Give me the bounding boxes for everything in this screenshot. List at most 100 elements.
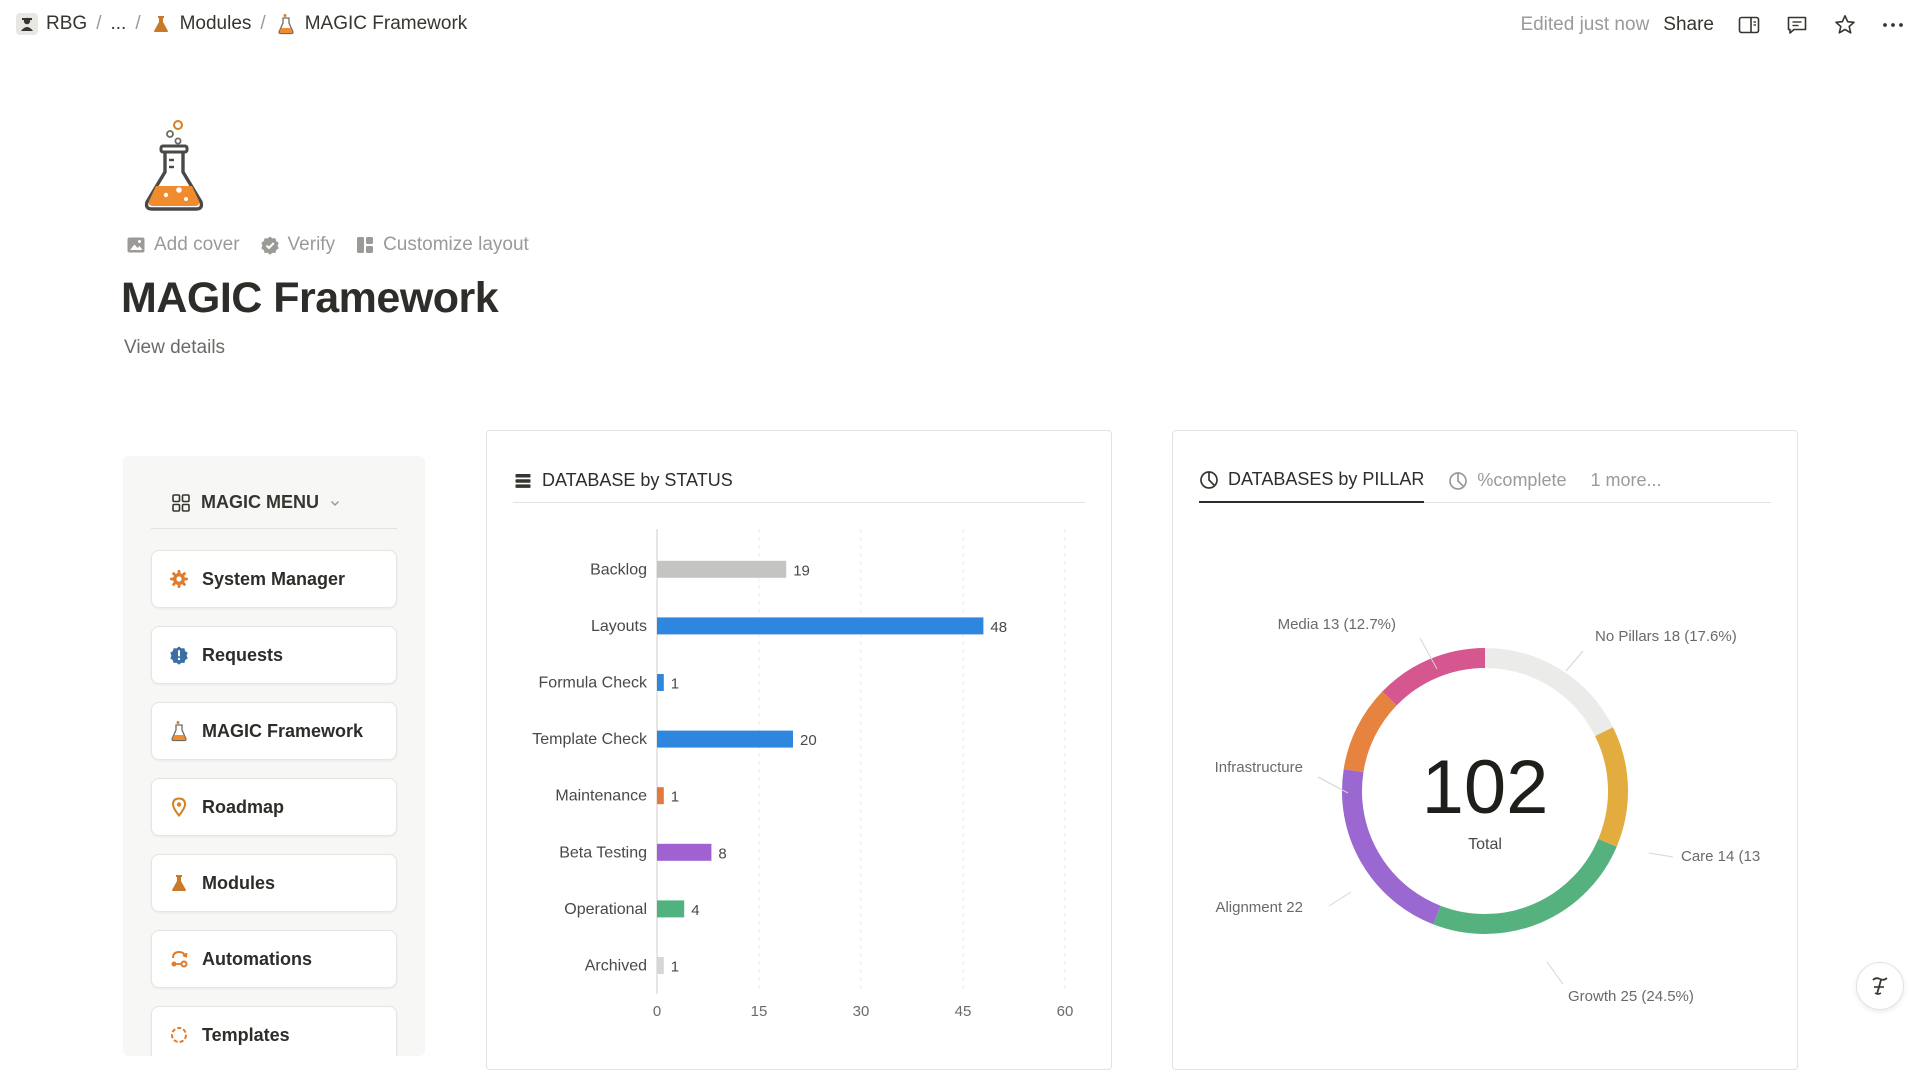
menu-item-roadmap[interactable]: Roadmap [151,778,397,836]
workspace-avatar-icon [16,13,38,35]
add-cover-button[interactable]: Add cover [126,234,240,256]
menu-item-magic-framework[interactable]: MAGIC Framework [151,702,397,760]
menu-item-label: Requests [202,644,284,665]
bar [657,560,787,578]
top-bar: RBG / ... / Modules / MAGIC Framework Ed… [0,0,1920,50]
bar [657,617,984,635]
x-tick-label: 15 [751,1003,768,1020]
breadcrumb-current[interactable]: MAGIC Framework [275,13,468,35]
customize-layout-label: Customize layout [383,234,529,255]
value-label: 1 [671,959,679,976]
magic-menu-header[interactable]: MAGIC MENU [171,492,341,513]
bar [657,730,793,748]
slice-label: Infrastructure [1215,759,1303,776]
tab-database-by-status[interactable]: DATABASE by STATUS [513,465,733,503]
x-tick-label: 45 [955,1003,972,1020]
image-icon [127,237,145,253]
donut-slice [1343,691,1397,773]
share-button[interactable]: Share [1663,14,1714,36]
breadcrumb-workspace[interactable]: RBG [16,13,87,35]
alert-badge-icon [168,644,190,666]
edited-status: Edited just now [1520,14,1650,35]
breadcrumb-modules[interactable]: Modules [150,13,252,35]
flask-icon [275,13,297,35]
page-title[interactable]: MAGIC Framework [121,274,499,323]
donut-slice [1484,648,1614,737]
breadcrumb-workspace-label: RBG [46,13,88,34]
x-tick-label: 0 [653,1003,661,1020]
ai-icon [1872,977,1888,995]
pillar-donut-chart: No Pillars 18 (17.6%) Care 14 (13 Growth 2… [1215,616,1761,1005]
breadcrumb-current-label: MAGIC Framework [304,13,468,34]
databases-by-pillar-card: DATABASES by PILLAR %complete 1 more... … [1172,430,1798,1070]
breadcrumb-separator: / [96,13,102,34]
menu-item-requests[interactable]: Requests [151,626,397,684]
total-label: Total [1468,836,1502,853]
sidebar-panel-icon[interactable] [1736,12,1762,38]
more-options-icon[interactable] [1880,12,1906,38]
breadcrumb-separator: / [135,13,141,34]
menu-item-automations[interactable]: Automations [151,930,397,988]
template-icon [168,1024,190,1046]
ai-assistant-button[interactable] [1856,962,1904,1010]
status-card-title: DATABASE by STATUS [542,470,733,490]
slice-label: Care 14 (13 [1681,848,1760,865]
breadcrumb: RBG / ... / Modules / MAGIC Framework [16,13,467,35]
slice-leader-line [1546,961,1564,985]
value-label: 1 [671,676,679,693]
breadcrumb-ellipsis[interactable]: ... [110,13,126,35]
top-actions: Edited just now Share [1520,12,1906,38]
tab-label: %complete [1477,470,1567,490]
tab-label: DATABASES by PILLAR [1228,469,1425,489]
star-icon[interactable] [1832,12,1858,38]
tab-percent-complete[interactable]: %complete [1448,465,1566,503]
menu-item-label: System Manager [202,568,346,589]
database-by-status-card: DATABASE by STATUS 0 15 30 45 60 Backlog 19 Lay… [486,430,1112,1070]
value-label: 48 [990,619,1007,636]
map-pin-icon [168,796,190,818]
view-details-link[interactable]: View details [124,337,225,359]
x-tick-label: 60 [1057,1003,1074,1020]
category-label: Layouts [591,618,647,635]
customize-layout-button[interactable]: Customize layout [355,234,529,256]
tab-databases-by-pillar[interactable]: DATABASES by PILLAR [1199,465,1425,503]
page-actions: Add cover Verify Customize layout [126,234,529,256]
tab-more[interactable]: 1 more... [1590,465,1661,503]
category-label: Template Check [532,731,648,748]
menu-item-label: Templates [202,1024,290,1045]
menu-item-modules[interactable]: Modules [151,854,397,912]
donut-slice [1382,648,1486,706]
slice-label: No Pillars 18 (17.6%) [1595,628,1737,645]
verify-label: Verify [287,234,336,255]
bar [657,843,712,861]
menu-divider [151,528,397,529]
slice-leader-line [1648,852,1674,858]
page-flask-icon[interactable] [140,118,208,214]
category-label: Beta Testing [559,844,647,861]
bar [657,787,664,805]
category-label: Archived [585,958,647,975]
verify-button[interactable]: Verify [260,234,336,256]
x-tick-label: 30 [853,1003,870,1020]
slice-label: Growth 25 (24.5%) [1568,988,1694,1005]
breadcrumb-modules-label: Modules [179,13,252,34]
donut-slice [1595,727,1628,847]
value-label: 1 [671,789,679,806]
menu-item-system-manager[interactable]: System Manager [151,550,397,608]
category-label: Formula Check [539,675,648,692]
category-label: Backlog [590,561,647,578]
beaker-icon [168,872,190,894]
menu-item-label: MAGIC Framework [202,720,364,741]
value-label: 4 [691,902,699,919]
beaker-icon [150,13,172,35]
pie-chart-icon [1199,470,1219,490]
verified-badge-icon [260,236,279,255]
bar [657,674,664,691]
menu-item-templates[interactable]: Templates [151,1006,397,1056]
slice-leader-line [1565,650,1584,672]
comment-icon[interactable] [1784,12,1810,38]
menu-item-label: Modules [202,872,276,893]
pillar-card-tabs: DATABASES by PILLAR %complete 1 more... [1199,465,1771,503]
value-label: 20 [800,732,817,749]
value-label: 8 [718,845,726,862]
